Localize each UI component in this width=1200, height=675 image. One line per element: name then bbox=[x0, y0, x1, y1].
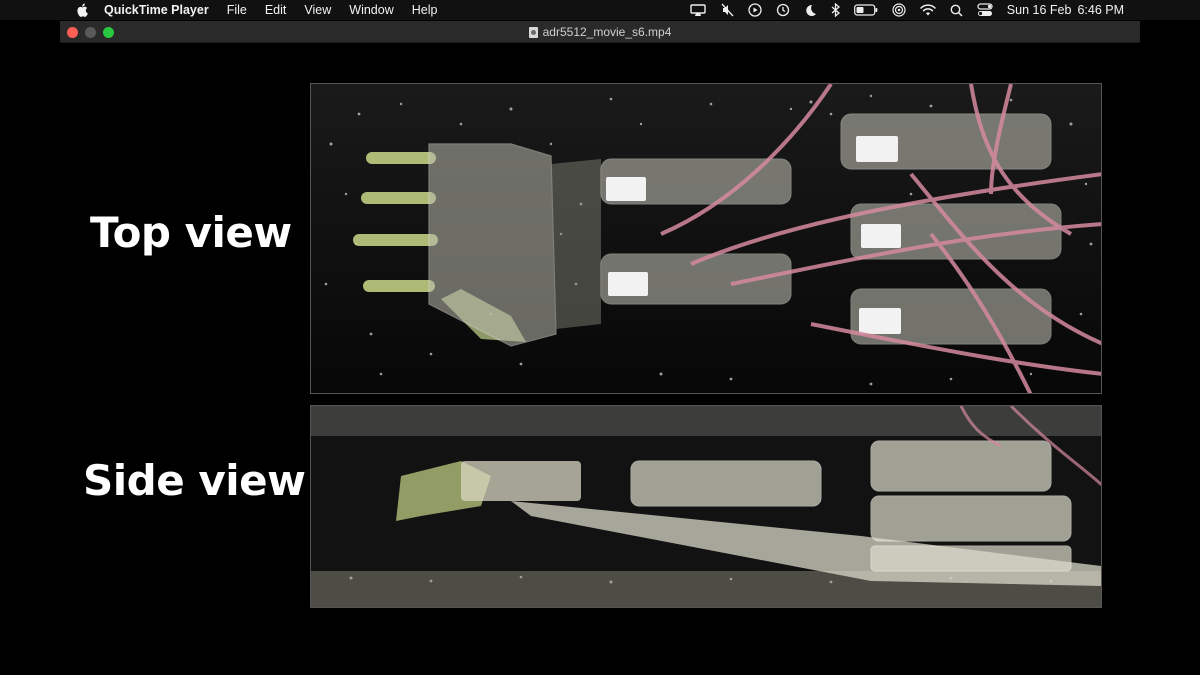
play-icon[interactable] bbox=[748, 3, 762, 17]
app-menu[interactable]: QuickTime Player bbox=[104, 3, 209, 17]
airdrop-icon[interactable] bbox=[892, 3, 906, 17]
display-icon[interactable] bbox=[690, 3, 706, 17]
side-view-image bbox=[310, 405, 1102, 608]
clock-time: 6:46 PM bbox=[1077, 3, 1124, 17]
bluetooth-icon[interactable] bbox=[831, 3, 840, 17]
status-area: Sun 16 Feb 6:46 PM bbox=[690, 0, 1124, 20]
menu-file[interactable]: File bbox=[227, 3, 247, 17]
search-icon[interactable] bbox=[950, 4, 963, 17]
control-center-icon[interactable] bbox=[977, 3, 993, 17]
mute-icon[interactable] bbox=[720, 3, 734, 17]
window-title-text: adr5512_movie_s6.mp4 bbox=[542, 25, 672, 39]
window-titlebar[interactable]: adr5512_movie_s6.mp4 bbox=[60, 21, 1140, 43]
window-title: adr5512_movie_s6.mp4 bbox=[60, 21, 1140, 43]
menu-view[interactable]: View bbox=[304, 3, 331, 17]
menu-bar: QuickTime Player File Edit View Window H… bbox=[0, 0, 1200, 20]
top-view-image bbox=[310, 83, 1102, 394]
top-view-label: Top view bbox=[90, 208, 292, 257]
video-frame[interactable]: Top view Side view bbox=[60, 43, 1140, 675]
wifi-icon[interactable] bbox=[920, 4, 936, 16]
video-file-icon bbox=[528, 26, 538, 38]
moon-icon[interactable] bbox=[804, 4, 817, 17]
menu-window[interactable]: Window bbox=[349, 3, 393, 17]
menu-clock[interactable]: Sun 16 Feb 6:46 PM bbox=[1007, 3, 1124, 17]
side-view-label: Side view bbox=[83, 456, 306, 505]
time-machine-icon[interactable] bbox=[776, 3, 790, 17]
side-view-illustration bbox=[311, 406, 1101, 607]
menu-help[interactable]: Help bbox=[412, 3, 438, 17]
top-view-illustration bbox=[311, 84, 1101, 393]
apple-menu-icon[interactable] bbox=[76, 3, 88, 17]
battery-icon[interactable] bbox=[853, 4, 878, 16]
clock-date: Sun 16 Feb bbox=[1006, 3, 1072, 17]
menu-edit[interactable]: Edit bbox=[265, 3, 287, 17]
